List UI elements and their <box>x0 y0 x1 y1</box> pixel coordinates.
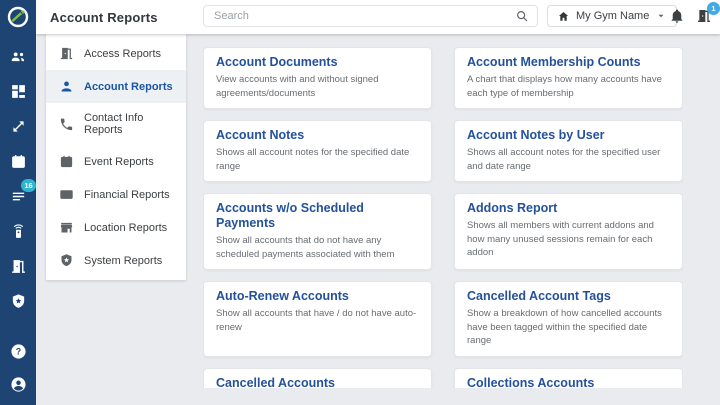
sidebar-item-access-reports[interactable]: Access Reports <box>46 37 186 70</box>
phone-icon <box>59 117 74 132</box>
report-card-account-documents[interactable]: Account Documents View accounts with and… <box>203 47 432 109</box>
rail-button-account-icon[interactable] <box>7 373 29 395</box>
notifications-bell-icon[interactable] <box>669 8 687 26</box>
report-title: Account Notes <box>216 128 305 142</box>
person-icon <box>59 79 74 94</box>
report-card-cancelled-accounts[interactable]: Cancelled Accounts List all accounts tha… <box>203 367 432 389</box>
report-title: Collections Accounts <box>467 375 595 389</box>
sidebar-item-contact-info-reports[interactable]: Contact Info Reports <box>46 103 186 145</box>
home-icon <box>557 10 570 23</box>
svg-text:?: ? <box>15 346 20 356</box>
report-description: Show a breakdown of how cancelled accoun… <box>467 308 662 346</box>
resize-arrows-icon <box>10 118 27 135</box>
report-category-sidebar: Access Reports Account Reports Contact I… <box>46 34 186 280</box>
account-icon <box>10 376 27 393</box>
report-card-account-membership-counts[interactable]: Account Membership Counts A chart that d… <box>454 47 683 109</box>
sidebar-item-label: Financial Reports <box>84 188 170 201</box>
sidebar-item-label: Location Reports <box>84 221 168 234</box>
money-icon: $ <box>59 187 74 202</box>
report-title: Addons Report <box>467 201 558 215</box>
report-description: Show all accounts that have / do not hav… <box>216 308 417 333</box>
chevron-down-icon <box>655 10 667 22</box>
door-checkin-icon[interactable]: 1 <box>696 2 720 26</box>
report-title: Account Membership Counts <box>467 55 641 69</box>
store-icon <box>59 220 74 235</box>
calendar-icon <box>10 153 27 170</box>
sidebar-item-event-reports[interactable]: Event Reports <box>46 145 186 178</box>
report-card-collections-accounts[interactable]: Collections Accounts Shows all accounts … <box>454 367 683 389</box>
top-bar: Account Reports My Gym Name 1 <box>36 0 720 34</box>
report-description: Shows all account notes for the specifie… <box>216 147 410 172</box>
report-card-cancelled-account-tags[interactable]: Cancelled Account Tags Show a breakdown … <box>454 281 683 357</box>
rail-button-calendar-icon[interactable] <box>7 150 29 172</box>
door-icon <box>59 46 74 61</box>
report-card-account-notes[interactable]: Account Notes Shows all account notes fo… <box>203 120 432 182</box>
report-title: Account Notes by User <box>467 128 605 142</box>
sidebar-item-financial-reports[interactable]: $ Financial Reports <box>46 178 186 211</box>
rail-bottom-icons: ? <box>7 340 29 395</box>
rail-button-help-icon[interactable]: ? <box>7 340 29 362</box>
door-icon <box>10 258 27 275</box>
rail-button-door-icon[interactable] <box>7 255 29 277</box>
shield-icon <box>59 253 74 268</box>
app-logo[interactable] <box>0 0 36 34</box>
report-title: Auto-Renew Accounts <box>216 289 349 303</box>
report-title: Accounts w/o Scheduled Payments <box>216 201 364 230</box>
report-card-auto-renew-accounts[interactable]: Auto-Renew Accounts Show all accounts th… <box>203 281 432 357</box>
report-description: View accounts with and without signed ag… <box>216 74 379 99</box>
rail-icon-list: 16 <box>0 45 36 340</box>
report-card-grid: Account Documents View accounts with and… <box>203 47 683 388</box>
search-icon[interactable] <box>515 9 529 23</box>
logo-icon <box>7 6 29 28</box>
global-search <box>203 5 538 27</box>
help-icon: ? <box>10 343 27 360</box>
sidebar-item-label: Contact Info Reports <box>84 112 144 136</box>
report-title: Account Documents <box>216 55 338 69</box>
report-description: Show all accounts that do not have any s… <box>216 235 395 260</box>
sidebar-item-label: Access Reports <box>84 47 162 60</box>
gym-selector-button[interactable]: My Gym Name <box>547 5 678 27</box>
door-badge: 1 <box>707 2 720 15</box>
shield-icon <box>10 293 27 310</box>
sidebar-item-system-reports[interactable]: System Reports <box>46 244 186 277</box>
report-description: Shows all account notes for the specifie… <box>467 147 661 172</box>
report-card-accounts-w-o-scheduled-payments[interactable]: Accounts w/o Scheduled Payments Show all… <box>203 193 432 270</box>
report-card-account-notes-by-user[interactable]: Account Notes by User Shows all account … <box>454 120 683 182</box>
report-title: Cancelled Account Tags <box>467 289 611 303</box>
rail-button-dashboard-icon[interactable] <box>7 80 29 102</box>
sidebar-item-label: System Reports <box>84 254 163 267</box>
report-description: A chart that displays how many accounts … <box>467 74 662 99</box>
rail-button-people-icon[interactable] <box>7 45 29 67</box>
report-description: Shows all members with current addons an… <box>467 220 654 258</box>
remote-icon <box>10 223 27 240</box>
gym-selector-label: My Gym Name <box>576 10 650 22</box>
calendar-icon <box>59 154 74 169</box>
rail-badge: 16 <box>21 179 36 192</box>
report-title: Cancelled Accounts <box>216 375 336 389</box>
sidebar-item-label: Account Reports <box>84 80 173 93</box>
sidebar-item-location-reports[interactable]: Location Reports <box>46 211 186 244</box>
rail-button-remote-icon[interactable] <box>7 220 29 242</box>
search-input[interactable] <box>212 9 515 23</box>
rail-button-resize-arrows-icon[interactable] <box>7 115 29 137</box>
sidebar-item-label: Event Reports <box>84 155 154 168</box>
app-icon-rail: 16 ? <box>0 0 36 405</box>
people-icon <box>10 48 27 65</box>
page-title: Account Reports <box>50 9 158 25</box>
dashboard-icon <box>10 83 27 100</box>
sidebar-item-account-reports[interactable]: Account Reports <box>46 70 186 103</box>
report-card-addons-report[interactable]: Addons Report Shows all members with cur… <box>454 193 683 270</box>
rail-button-shield-icon[interactable] <box>7 290 29 312</box>
rail-button-tasks-icon[interactable]: 16 <box>7 179 36 207</box>
